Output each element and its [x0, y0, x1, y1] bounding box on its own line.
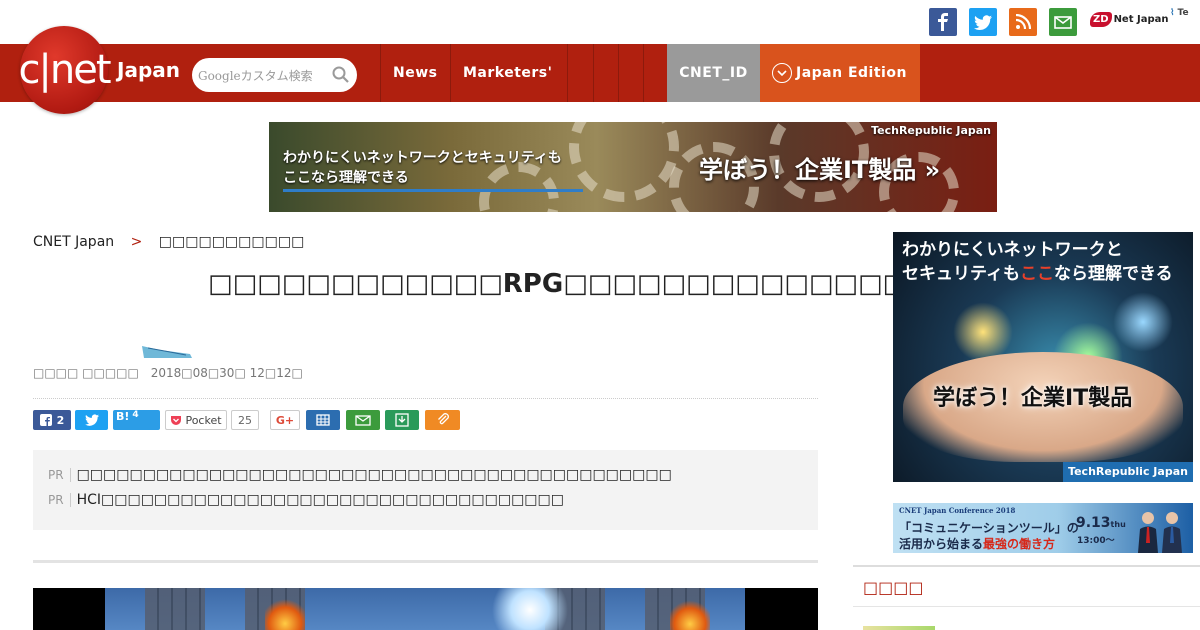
facebook-share-count: 2 [56, 413, 65, 427]
facebook-share-button[interactable]: 2 [33, 410, 71, 430]
publish-date: 2018□08□30□ 12□12□ [150, 366, 303, 380]
author-thumbnail [142, 346, 192, 358]
save-button[interactable] [385, 410, 419, 430]
edition-label: Japan Edition [796, 65, 907, 81]
mail-icon [355, 414, 371, 426]
google-plus-button[interactable]: G+ [270, 410, 300, 430]
divider [33, 560, 818, 563]
hatena-bookmark-button[interactable]: B! 4 [113, 410, 160, 430]
facebook-icon[interactable] [929, 8, 957, 36]
logo-text: c|net [18, 47, 111, 93]
sidebar-ad-headline: わかりにくいネットワークと セキュリティもここなら理解できる [902, 240, 1173, 284]
sidebar-ad-brand: TechRepublic Japan [1063, 462, 1193, 482]
pocket-button[interactable]: Pocket [165, 410, 227, 430]
breadcrumb-current[interactable]: □□□□□□□□□□□ [159, 234, 305, 250]
sidebar-ad-cta: 学ぼう！企業IT製品 [933, 386, 1133, 411]
speaker-graphic [1138, 512, 1158, 553]
conference-time: 13:00〜 [1077, 536, 1115, 546]
cnet-id-button[interactable]: CNET_ID [667, 44, 760, 102]
nav-divider [618, 44, 619, 102]
techrepublic-link[interactable]: ⌇ Te [1170, 8, 1189, 18]
download-icon [395, 413, 409, 427]
byline: □□□□ □□□□□ 2018□08□30□ 12□12□ [33, 366, 311, 380]
mail-icon[interactable] [1049, 8, 1077, 36]
article-title: □□□□□□□□□□□□RPG□□□□□□□□□□□□□□□2□□12□20□□… [208, 269, 1170, 299]
author-name: □□□□ □□□□□ [33, 366, 139, 380]
pr-link[interactable]: HCI□□□□□□□□□□□□□□□□□□□□□□□□□□□□□□□□□□□ [77, 492, 564, 508]
pr-tag: PR [48, 493, 71, 507]
divider [853, 565, 1200, 567]
hatena-count: 4 [132, 410, 139, 420]
pr-tag: PR [48, 468, 71, 482]
pocket-label: Pocket [185, 413, 222, 427]
zdnet-logo: ZD [1090, 11, 1112, 27]
sidebar-ad[interactable]: わかりにくいネットワークと セキュリティもここなら理解できる 学ぼう！企業IT製… [893, 232, 1193, 482]
nav-divider [643, 44, 644, 102]
twitter-icon [84, 414, 99, 426]
conference-date: 9.13thu [1076, 515, 1126, 531]
article-main-image[interactable] [33, 588, 818, 630]
search-placeholder: Googleカスタム検索 [198, 68, 313, 83]
torch-graphic [265, 598, 305, 630]
nav-marketers[interactable]: Marketers' [463, 44, 552, 102]
hatena-label: B! [116, 410, 130, 423]
twitter-share-button[interactable] [75, 410, 108, 430]
banner-copy: わかりにくいネットワークとセキュリティも ここなら理解できる [283, 150, 562, 186]
conference-ad[interactable]: CNET Japan Conference 2018 「コミュニケーションツール… [893, 503, 1193, 553]
nav-divider [567, 44, 568, 102]
zdnet-label: Net Japan [1113, 13, 1169, 25]
conference-title: CNET Japan Conference 2018 [899, 506, 1016, 515]
search-icon[interactable] [332, 66, 349, 83]
email-share-button[interactable] [346, 410, 380, 430]
logo-japan-label: Japan [117, 58, 180, 82]
sidebar-section-title: □□□□ [863, 578, 924, 597]
nav-news[interactable]: News [393, 44, 437, 102]
conference-line-1: 「コミュニケーションツール」の [899, 521, 1079, 535]
banner-underline [283, 189, 583, 192]
chevron-down-icon [772, 63, 792, 83]
edition-selector[interactable]: Japan Edition [760, 44, 920, 102]
facebook-icon [39, 414, 52, 426]
zdnet-japan-link[interactable]: ZD Net Japan [1090, 8, 1168, 30]
site-header [0, 44, 1200, 102]
search-input[interactable]: Googleカスタム検索 [192, 58, 357, 92]
pillar-graphic [145, 588, 205, 630]
breadcrumb-home[interactable]: CNET Japan [33, 234, 114, 250]
gear-graphic [569, 122, 679, 202]
clip-button[interactable] [425, 410, 460, 430]
print-icon [316, 414, 330, 426]
paperclip-icon [437, 413, 449, 425]
pr-box: PR □□□□□□□□□□□□□□□□□□□□□□□□□□□□□□□□□□□□□□… [33, 450, 818, 530]
speaker-graphic [1162, 512, 1182, 553]
nav-divider [593, 44, 594, 102]
sidebar-thumbnail[interactable] [863, 626, 935, 630]
glow-graphic [1113, 292, 1173, 352]
breadcrumb-separator: > [130, 234, 143, 250]
glow-graphic [953, 302, 1013, 362]
pocket-count: 25 [231, 410, 259, 430]
nav-divider [380, 44, 381, 102]
nav-divider [450, 44, 451, 102]
techrepublic-label: Te [1177, 8, 1189, 18]
conference-line-2: 活用から始まる最強の働き方 [899, 537, 1056, 551]
pr-link[interactable]: □□□□□□□□□□□□□□□□□□□□□□□□□□□□□□□□□□□□□□□□… [77, 467, 672, 483]
print-button[interactable] [306, 410, 340, 430]
divider [853, 606, 1200, 607]
twitter-icon[interactable] [969, 8, 997, 36]
top-utility-bar: ZD Net Japan ⌇ Te [0, 0, 1200, 44]
light-graphic [485, 588, 575, 630]
banner-brand: TechRepublic Japan [871, 124, 991, 137]
cnet-logo[interactable]: c|net [18, 26, 112, 114]
pr-item[interactable]: PR HCI□□□□□□□□□□□□□□□□□□□□□□□□□□□□□□□□□□□ [48, 492, 564, 508]
rss-icon[interactable] [1009, 8, 1037, 36]
breadcrumb: CNET Japan > □□□□□□□□□□□ [33, 234, 304, 250]
banner-cta: 学ぼう！企業IT製品 » [699, 156, 941, 184]
pocket-icon [171, 415, 182, 425]
pr-item[interactable]: PR □□□□□□□□□□□□□□□□□□□□□□□□□□□□□□□□□□□□□□… [48, 467, 672, 483]
top-banner-ad[interactable]: わかりにくいネットワークとセキュリティも ここなら理解できる 学ぼう！企業IT製品… [269, 122, 997, 212]
divider [33, 398, 818, 399]
game-screenshot [105, 588, 745, 630]
torch-graphic [670, 600, 710, 630]
